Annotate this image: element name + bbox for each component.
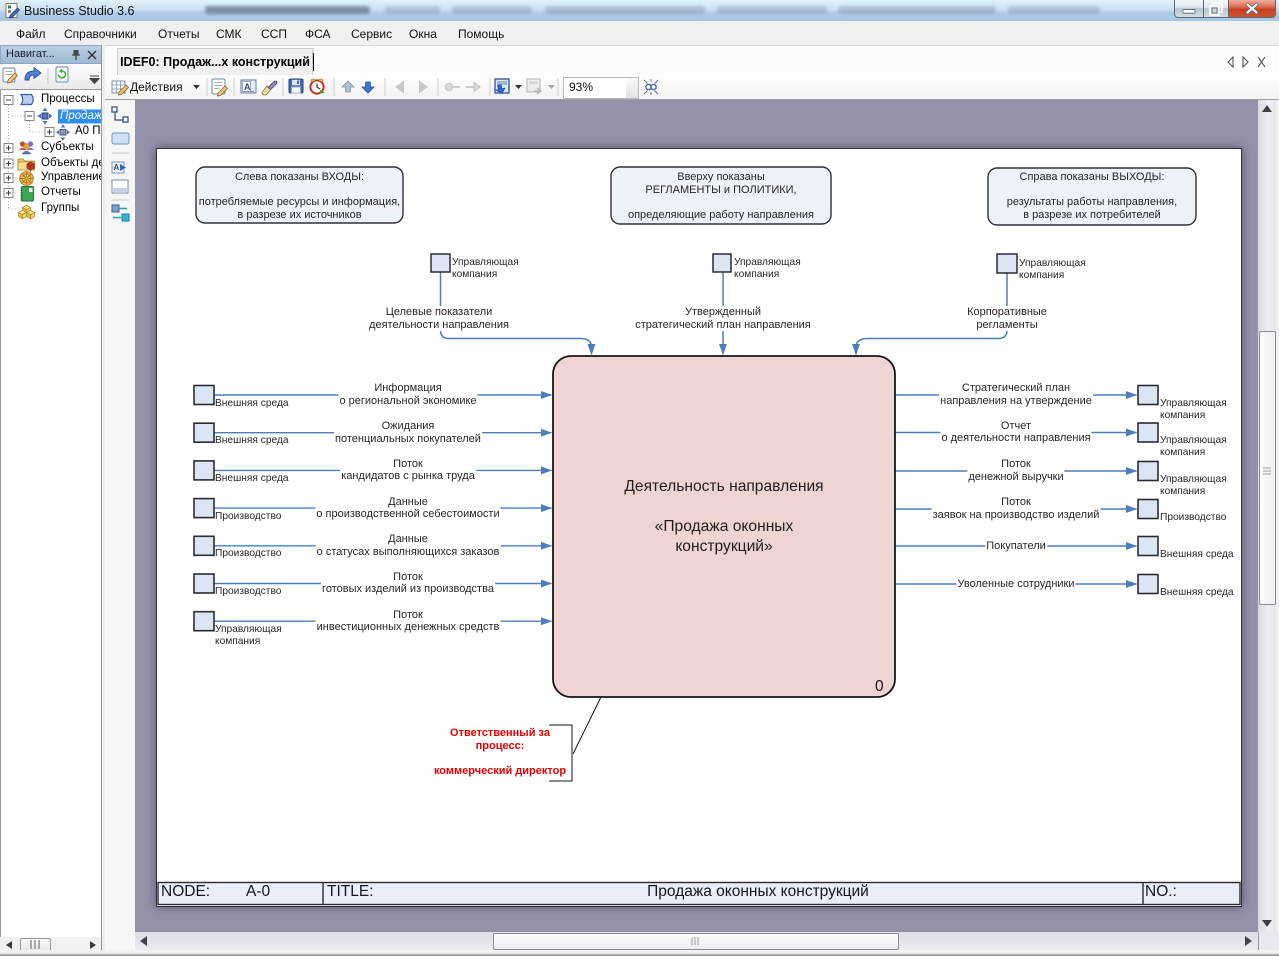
svg-text:Действия: Действия xyxy=(130,80,183,94)
svg-text:A: A xyxy=(114,163,120,172)
svg-text:A: A xyxy=(244,82,251,92)
